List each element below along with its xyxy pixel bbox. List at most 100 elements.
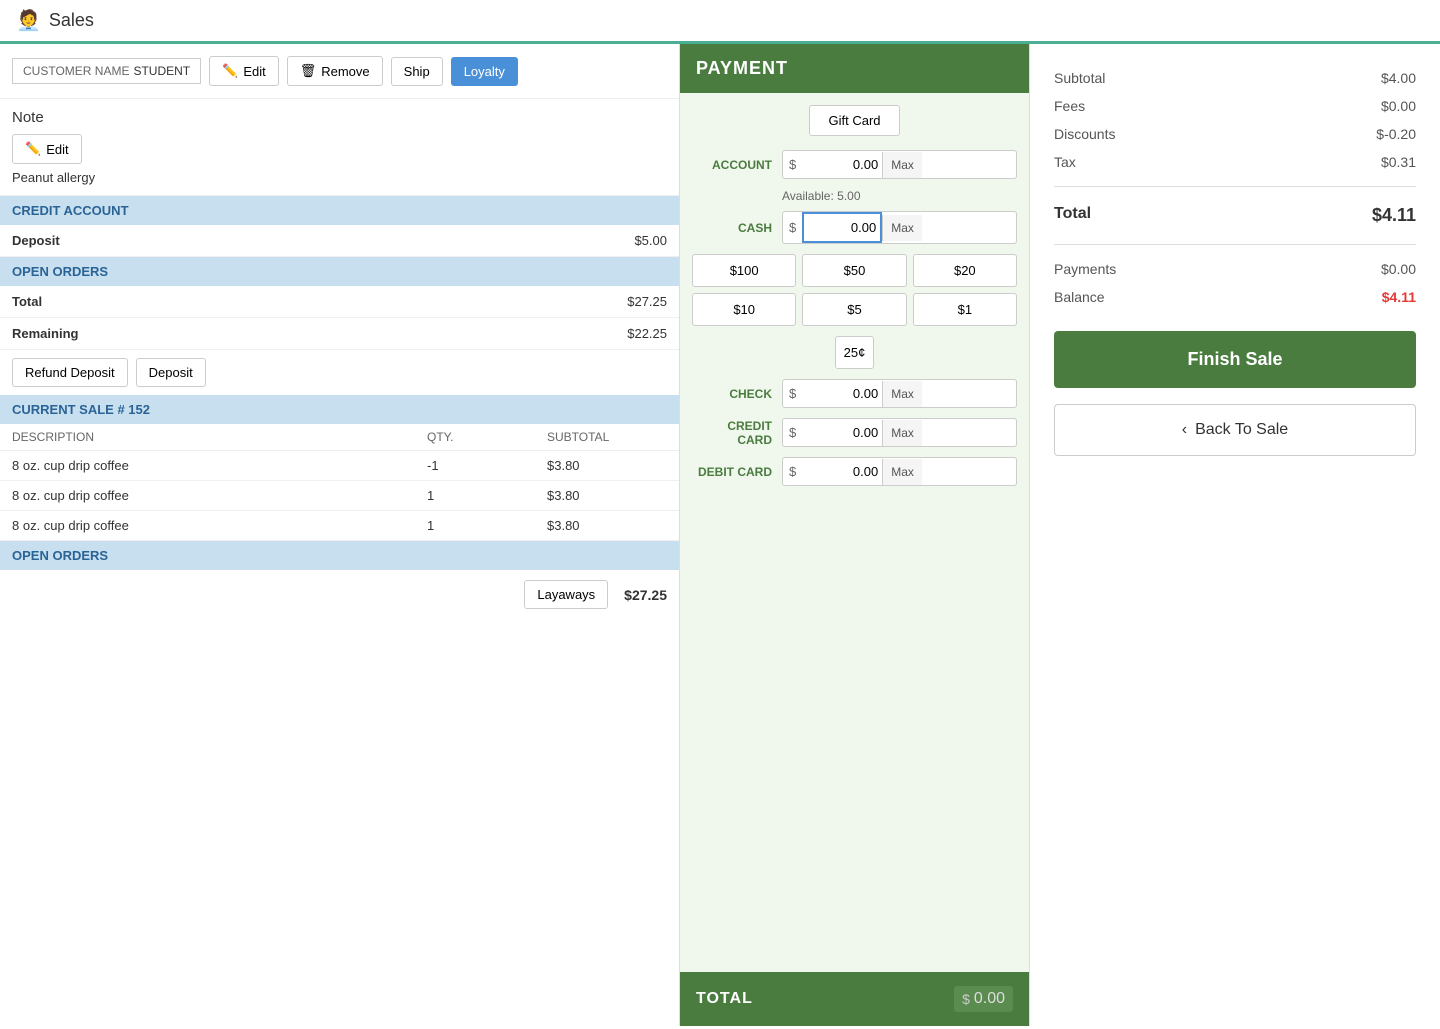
cash-input-wrap: $ Max [782,211,1017,244]
sales-icon: 🧑‍💼 [16,8,41,33]
back-to-sale-button[interactable]: ‹ Back To Sale [1054,404,1416,456]
loyalty-label: Loyalty [464,64,505,79]
credit-account-deposit-row: Deposit $5.00 [0,225,679,257]
check-label: CHECK [692,387,782,401]
credit-account-header: CREDIT ACCOUNT [0,196,679,225]
app-title: Sales [49,10,94,31]
gift-card-button[interactable]: Gift Card [809,105,899,136]
customer-name-value: STUDENT [133,64,190,78]
account-currency: $ [783,151,802,178]
top-bar: 🧑‍💼 Sales [0,0,1440,44]
cash-currency: $ [783,214,802,241]
fees-row: Fees $0.00 [1054,92,1416,120]
note-section: Note ✏️ Edit Peanut allergy [0,99,679,196]
credit-card-input[interactable] [802,419,882,446]
deposit-label: Deposit [12,233,60,248]
cash-buttons-grid: $100$50$20 $10$5$1 [692,254,1017,326]
customer-name-label: CUSTOMER NAME [23,64,129,78]
credit-card-label: CREDIT CARD [692,419,782,447]
layaways-label: Layaways [537,587,595,602]
payment-total-currency: $ [962,991,970,1007]
note-text: Peanut allergy [12,170,667,185]
open-orders-footer-header: OPEN ORDERS [0,541,679,570]
cash-25c-button[interactable]: 25¢ [835,336,875,369]
check-input[interactable] [802,380,882,407]
pencil-icon: ✏️ [222,63,238,79]
ship-button[interactable]: Ship [391,57,443,86]
cash-input[interactable] [802,212,882,243]
cash-amount-button[interactable]: $1 [913,293,1017,326]
note-title: Note [12,109,667,126]
account-available-text: Available: 5.00 [782,189,1017,203]
finish-sale-button[interactable]: Finish Sale [1054,331,1416,388]
total-row: Total $4.11 [1054,197,1416,234]
cash-max-button[interactable]: Max [882,215,922,241]
discounts-value: $-0.20 [1376,126,1416,142]
open-orders-remaining-label: Remaining [12,326,78,341]
subtotal-value: $4.00 [1381,70,1416,86]
cash-amount-button[interactable]: $50 [802,254,906,287]
trash-icon: 🗑 [300,63,317,79]
open-orders-action-row: Refund Deposit Deposit [0,350,679,395]
payment-total-value: 0.00 [974,990,1005,1008]
account-max-button[interactable]: Max [882,152,922,178]
account-input[interactable] [802,151,882,178]
refund-deposit-button[interactable]: Refund Deposit [12,358,128,387]
check-max-button[interactable]: Max [882,381,922,407]
item-subtotal: $3.80 [547,488,667,503]
payments-label: Payments [1054,261,1116,277]
tax-label: Tax [1054,154,1076,170]
cash-amount-button[interactable]: $5 [802,293,906,326]
item-subtotal: $3.80 [547,518,667,533]
tax-value: $0.31 [1381,154,1416,170]
summary-divider2 [1054,244,1416,245]
account-input-wrap: $ Max [782,150,1017,179]
credit-card-input-wrap: $ Max [782,418,1017,447]
gift-card-label: Gift Card [828,113,880,128]
edit-note-button[interactable]: ✏️ Edit [12,134,82,164]
open-orders-footer-total: $27.25 [624,587,667,603]
deposit-button[interactable]: Deposit [136,358,206,387]
debit-card-max-button[interactable]: Max [882,459,922,485]
cash-amount-button[interactable]: $10 [692,293,796,326]
total-value: $4.11 [1372,205,1416,226]
item-qty: 1 [427,518,547,533]
left-panel: CUSTOMER NAME STUDENT ✏️ Edit 🗑 Remove S… [0,44,680,1026]
pencil-note-icon: ✏️ [25,141,41,157]
layaways-button[interactable]: Layaways [524,580,608,609]
table-row: 8 oz. cup drip coffee 1 $3.80 [0,511,679,541]
customer-name-badge: CUSTOMER NAME STUDENT [12,58,201,84]
subtotal-row: Subtotal $4.00 [1054,64,1416,92]
right-panel: Subtotal $4.00 Fees $0.00 Discounts $-0.… [1030,44,1440,1026]
item-qty: -1 [427,458,547,473]
balance-row: Balance $4.11 [1054,283,1416,311]
cash-amount-button[interactable]: $20 [913,254,1017,287]
fees-label: Fees [1054,98,1085,114]
payment-total-row: TOTAL $ 0.00 [680,972,1029,1026]
open-orders-total-row: Total $27.25 [0,286,679,318]
debit-card-input[interactable] [802,458,882,485]
sale-items-list: 8 oz. cup drip coffee -1 $3.80 8 oz. cup… [0,451,679,541]
debit-card-currency: $ [783,458,802,485]
item-description: 8 oz. cup drip coffee [12,458,427,473]
balance-label: Balance [1054,289,1105,305]
back-to-sale-label: Back To Sale [1195,421,1288,439]
loyalty-button[interactable]: Loyalty [451,57,518,86]
back-icon: ‹ [1182,421,1187,439]
credit-card-max-button[interactable]: Max [882,420,922,446]
refund-deposit-label: Refund Deposit [25,365,115,380]
payment-header: PAYMENT [680,44,1029,93]
account-payment-row: ACCOUNT $ Max [692,150,1017,179]
discounts-label: Discounts [1054,126,1115,142]
main-layout: CUSTOMER NAME STUDENT ✏️ Edit 🗑 Remove S… [0,44,1440,1026]
payment-panel: PAYMENT Gift Card ACCOUNT $ Max Availabl… [680,44,1030,1026]
item-description: 8 oz. cup drip coffee [12,518,427,533]
edit-customer-button[interactable]: ✏️ Edit [209,56,279,86]
deposit-button-label: Deposit [149,365,193,380]
ship-label: Ship [404,64,430,79]
edit-note-label: Edit [46,142,68,157]
total-label: Total [1054,205,1091,226]
payments-value: $0.00 [1381,261,1416,277]
remove-customer-button[interactable]: 🗑 Remove [287,56,383,86]
cash-amount-button[interactable]: $100 [692,254,796,287]
